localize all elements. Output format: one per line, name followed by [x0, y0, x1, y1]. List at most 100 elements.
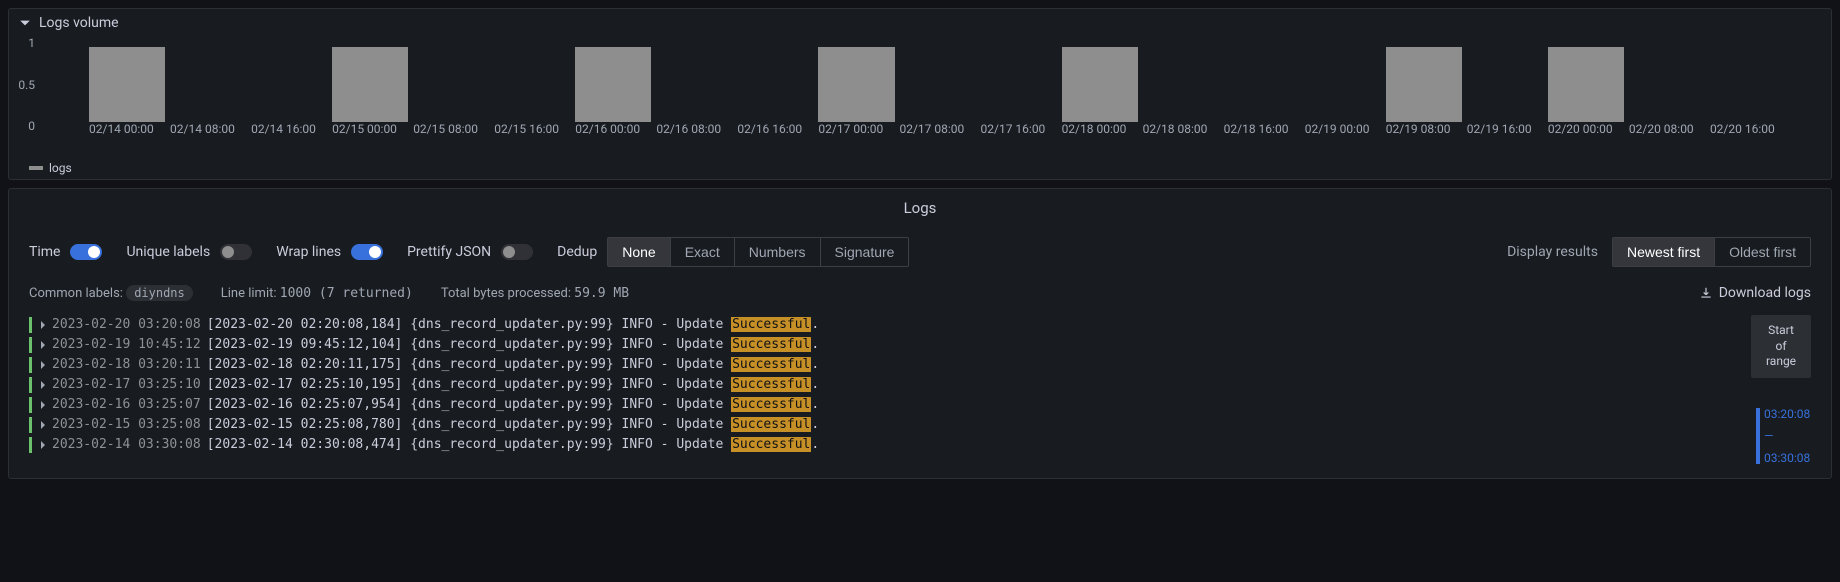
range-mid: —	[1764, 430, 1810, 442]
order-segmented: Newest firstOldest first	[1612, 237, 1811, 267]
log-timestamp: 2023-02-15 03:25:08	[52, 415, 201, 435]
log-message: [2023-02-18 02:20:11,175] {dns_record_up…	[207, 355, 820, 375]
chevron-right-icon[interactable]	[38, 320, 48, 330]
logs-volume-chart: 1 0.5 0 02/14 00:0002/14 08:0002/14 16:0…	[9, 37, 1831, 157]
log-row[interactable]: 2023-02-15 03:25:08[2023-02-15 02:25:08,…	[29, 415, 1737, 435]
log-row[interactable]: 2023-02-14 03:30:08[2023-02-14 02:30:08,…	[29, 435, 1737, 455]
chart-x-tick: 02/18 08:00	[1143, 122, 1224, 147]
legend-label: logs	[49, 161, 72, 175]
dedup-label: Dedup	[557, 244, 597, 260]
log-lines: 2023-02-20 03:20:08[2023-02-20 02:20:08,…	[29, 315, 1737, 455]
highlight-match: Successful	[731, 317, 811, 332]
chevron-right-icon[interactable]	[38, 360, 48, 370]
dedup-option-exact[interactable]: Exact	[671, 238, 735, 266]
line-limit-value: 1000 (7 returned)	[280, 286, 413, 301]
chevron-right-icon[interactable]	[38, 380, 48, 390]
chart-x-tick: 02/18 16:00	[1224, 122, 1305, 147]
log-level-bar	[29, 417, 32, 433]
chevron-right-icon[interactable]	[38, 440, 48, 450]
chart-x-tick: 02/14 16:00	[251, 122, 332, 147]
unique-labels-toggle[interactable]	[220, 244, 252, 260]
unique-labels-label: Unique labels	[126, 244, 210, 260]
prettify-json-toggle[interactable]	[501, 244, 533, 260]
log-row[interactable]: 2023-02-16 03:25:07[2023-02-16 02:25:07,…	[29, 395, 1737, 415]
logs-title: Logs	[9, 189, 1831, 227]
chart-bar[interactable]	[899, 47, 980, 122]
wrap-lines-toggle[interactable]	[351, 244, 383, 260]
chart-x-tick: 02/15 08:00	[413, 122, 494, 147]
log-row[interactable]: 2023-02-20 03:20:08[2023-02-20 02:20:08,…	[29, 315, 1737, 335]
bytes-value: 59.9 MB	[574, 286, 629, 301]
chart-bar[interactable]	[656, 47, 737, 122]
log-message: [2023-02-19 09:45:12,104] {dns_record_up…	[207, 335, 820, 355]
log-timestamp: 2023-02-16 03:25:07	[52, 395, 201, 415]
prettify-json-label: Prettify JSON	[407, 244, 491, 260]
chart-bar[interactable]	[1305, 47, 1386, 122]
dedup-option-numbers[interactable]: Numbers	[735, 238, 821, 266]
chevron-right-icon[interactable]	[38, 420, 48, 430]
chart-x-tick: 02/17 08:00	[899, 122, 980, 147]
chart-bar[interactable]	[1629, 47, 1710, 122]
chart-x-tick: 02/20 08:00	[1629, 122, 1710, 147]
chart-bar[interactable]	[981, 47, 1062, 122]
chart-x-tick: 02/20 00:00	[1548, 122, 1629, 147]
chart-x-tick: 02/14 00:00	[89, 122, 170, 147]
log-level-bar	[29, 397, 32, 413]
log-row[interactable]: 2023-02-18 03:20:11[2023-02-18 02:20:11,…	[29, 355, 1737, 375]
chart-bar[interactable]	[170, 47, 251, 122]
chart-bar[interactable]	[575, 47, 656, 122]
range-bot-time: 03:30:08	[1764, 452, 1810, 464]
time-range-scrubber[interactable]: 03:20:08 — 03:30:08	[1756, 408, 1811, 464]
logs-volume-header[interactable]: Logs volume	[9, 9, 1831, 37]
order-option-newest-first[interactable]: Newest first	[1613, 238, 1715, 266]
chart-bar[interactable]	[89, 47, 170, 122]
chart-x-tick: 02/20 16:00	[1710, 122, 1791, 147]
download-logs-button[interactable]: Download logs	[1699, 285, 1811, 301]
highlight-match: Successful	[731, 357, 811, 372]
chevron-right-icon[interactable]	[38, 400, 48, 410]
dedup-option-signature[interactable]: Signature	[821, 238, 909, 266]
dedup-option-none[interactable]: None	[608, 238, 670, 266]
chevron-down-icon	[19, 17, 31, 29]
chart-bar[interactable]	[494, 47, 575, 122]
chart-bar[interactable]	[1224, 47, 1305, 122]
logs-volume-panel: Logs volume 1 0.5 0 02/14 00:0002/14 08:…	[8, 8, 1832, 180]
log-row[interactable]: 2023-02-17 03:25:10 [2023-02-17 02:25:10,…	[29, 375, 1737, 395]
chart-x-tick: 02/16 08:00	[656, 122, 737, 147]
wrap-lines-label: Wrap lines	[276, 244, 341, 260]
chart-x-tick: 02/16 16:00	[737, 122, 818, 147]
log-row[interactable]: 2023-02-19 10:45:12[2023-02-19 09:45:12,…	[29, 335, 1737, 355]
log-level-bar	[29, 437, 32, 453]
chart-bar[interactable]	[332, 47, 413, 122]
chart-bar[interactable]	[1062, 47, 1143, 122]
highlight-match: Successful	[731, 377, 811, 392]
logs-volume-title: Logs volume	[39, 15, 119, 31]
chart-bar[interactable]	[1548, 47, 1629, 122]
log-timestamp: 2023-02-17 03:25:10	[52, 375, 201, 395]
range-top-time: 03:20:08	[1764, 408, 1810, 420]
chart-bar[interactable]	[251, 47, 332, 122]
chart-y-ticks: 1 0.5 0	[9, 37, 39, 132]
time-toggle[interactable]	[70, 244, 102, 260]
bytes-label: Total bytes processed:	[441, 286, 571, 301]
log-level-bar	[29, 337, 32, 353]
chart-x-tick: 02/17 00:00	[818, 122, 899, 147]
chart-bar[interactable]	[1710, 47, 1791, 122]
logs-panel: Logs Time Unique labels Wrap lines Prett…	[8, 188, 1832, 479]
chart-x-tick: 02/19 00:00	[1305, 122, 1386, 147]
highlight-match: Successful	[731, 417, 811, 432]
chart-bar[interactable]	[818, 47, 899, 122]
chart-legend: logs	[9, 157, 1831, 179]
log-level-bar	[29, 377, 32, 393]
chevron-right-icon[interactable]	[38, 340, 48, 350]
chart-x-tick: 02/17 16:00	[981, 122, 1062, 147]
chart-bar[interactable]	[1386, 47, 1467, 122]
chart-bar[interactable]	[1143, 47, 1224, 122]
chart-bar[interactable]	[413, 47, 494, 122]
log-message: [2023-02-17 02:25:10,195] {dns_record_up…	[207, 375, 820, 395]
order-option-oldest-first[interactable]: Oldest first	[1715, 238, 1810, 266]
chart-bar[interactable]	[737, 47, 818, 122]
log-message: [2023-02-20 02:20:08,184] {dns_record_up…	[207, 315, 820, 335]
chart-bar[interactable]	[1467, 47, 1548, 122]
log-timestamp: 2023-02-14 03:30:08	[52, 435, 201, 455]
